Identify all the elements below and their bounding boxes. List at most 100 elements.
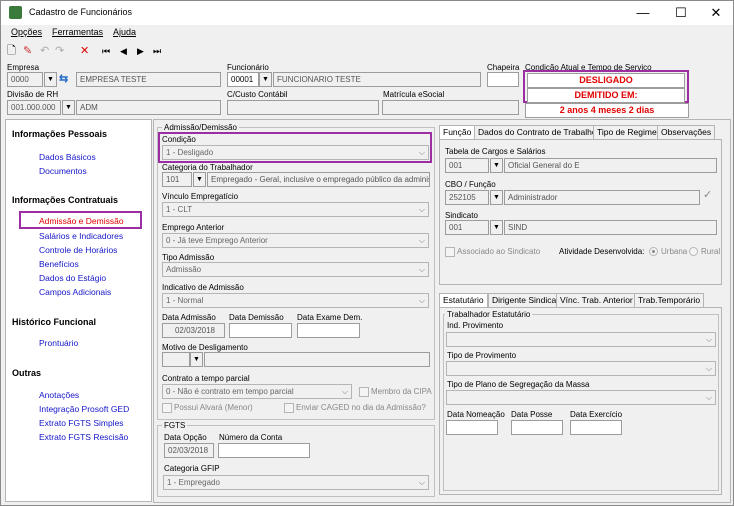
empresa-label: Empresa xyxy=(7,63,40,72)
tab-funcao[interactable]: Função xyxy=(439,125,476,139)
edit-icon[interactable]: ✎ xyxy=(23,44,32,58)
menu-ferramentas[interactable]: Ferramentas xyxy=(52,27,103,37)
minimize-button[interactable]: — xyxy=(628,3,658,23)
undo-icon[interactable]: ↶ xyxy=(40,44,49,58)
nomeacao-field[interactable] xyxy=(446,420,498,435)
chevron-down-icon[interactable]: ▼ xyxy=(490,158,503,173)
tabela-label: Tabela de Cargos e Salários xyxy=(445,147,546,156)
tipo-provimento-label: Tipo de Provimento xyxy=(447,351,517,360)
section-pessoais: Informações Pessoais xyxy=(12,129,108,139)
status-desligado: DESLIGADO xyxy=(527,73,685,88)
link-prosoft[interactable]: Integração Prosoft GED xyxy=(39,404,129,414)
redo-icon[interactable]: ↷ xyxy=(55,44,64,58)
menu-ajuda[interactable]: Ajuda xyxy=(113,27,136,37)
divisao-code[interactable]: 001.000.000 xyxy=(7,100,61,115)
next-icon[interactable]: ▶ xyxy=(137,44,144,58)
gfip-select[interactable]: 1 - Empregado ⌵ xyxy=(163,475,429,490)
chevron-down-icon[interactable]: ▼ xyxy=(259,72,272,87)
check-icon[interactable]: ✓ xyxy=(703,188,712,201)
associado-checkbox[interactable] xyxy=(445,247,455,257)
chevron-down-icon[interactable]: ▼ xyxy=(190,352,203,367)
chevron-down-icon[interactable]: ▼ xyxy=(44,72,57,87)
empresa-code[interactable]: 0000 xyxy=(7,72,43,87)
estatutario-group-title: Trabalhador Estatutário xyxy=(445,310,533,319)
tabela-code[interactable]: 001 xyxy=(445,158,489,173)
prev-icon[interactable]: ◀ xyxy=(120,44,127,58)
indicativo-select[interactable]: 1 - Normal ⌵ xyxy=(162,293,429,308)
urbana-radio[interactable] xyxy=(649,247,658,256)
maximize-button[interactable]: ☐ xyxy=(666,3,696,23)
tab-observacoes[interactable]: Observações xyxy=(657,125,716,139)
tab-tipo-regime[interactable]: Tipo de Regime xyxy=(593,125,661,139)
chevron-down-icon[interactable]: ▼ xyxy=(490,190,503,205)
gfip-label: Categoria GFIP xyxy=(164,464,220,473)
contrato-select[interactable]: 0 - Não é contrato em tempo parcial ⌵ xyxy=(162,384,352,399)
categoria-code[interactable]: 101 xyxy=(162,172,192,187)
close-button[interactable]: ✕ xyxy=(701,3,731,23)
tab-dirigente[interactable]: Dirigente Sindical xyxy=(488,293,563,307)
link-beneficios[interactable]: Benefícios xyxy=(39,259,79,269)
vinculo-label: Vínculo Empregatício xyxy=(162,192,239,201)
exercicio-field[interactable] xyxy=(570,420,622,435)
matricula-label: Matrícula eSocial xyxy=(383,90,445,99)
data-adm-field[interactable]: 02/03/2018 xyxy=(162,323,225,338)
alvara-checkbox[interactable] xyxy=(162,403,172,413)
condicao-select[interactable]: 1 - Desligado ⌵ xyxy=(162,145,429,160)
data-exame-label: Data Exame Dem. xyxy=(297,313,363,322)
chevron-down-icon[interactable]: ▼ xyxy=(490,220,503,235)
link-horarios[interactable]: Controle de Horários xyxy=(39,245,117,255)
condicao-label: Condição xyxy=(162,135,196,144)
posse-field[interactable] xyxy=(511,420,563,435)
link-fgts-rescisao[interactable]: Extrato FGTS Rescisão xyxy=(39,432,128,442)
data-exame-field[interactable] xyxy=(297,323,360,338)
link-admissao[interactable]: Admissão e Demissão xyxy=(39,216,124,226)
chapeira-field[interactable] xyxy=(487,72,519,87)
nomeacao-label: Data Nomeação xyxy=(447,410,505,419)
plano-select[interactable]: ⌵ xyxy=(446,390,716,405)
sindicato-code[interactable]: 001 xyxy=(445,220,489,235)
caged-checkbox[interactable] xyxy=(284,403,294,413)
rural-radio[interactable] xyxy=(689,247,698,256)
data-opcao-field[interactable]: 02/03/2018 xyxy=(164,443,214,458)
link-anotacoes[interactable]: Anotações xyxy=(39,390,79,400)
atividade-label: Atividade Desenvolvida: xyxy=(559,247,645,256)
matricula-field[interactable] xyxy=(382,100,519,115)
cipa-label: Membro da CIPA xyxy=(371,387,432,396)
link-estagio[interactable]: Dados do Estágio xyxy=(39,273,106,283)
link-icon[interactable]: ⇆ xyxy=(59,72,75,87)
ind-provimento-select[interactable]: ⌵ xyxy=(446,332,716,347)
conta-field[interactable] xyxy=(218,443,310,458)
link-campos[interactable]: Campos Adicionais xyxy=(39,287,111,297)
tab-estatutario[interactable]: Estatutário xyxy=(439,293,488,307)
link-salarios[interactable]: Salários e Indicadores xyxy=(39,231,123,241)
last-icon[interactable]: ⏭ xyxy=(153,44,161,58)
app-icon xyxy=(9,6,22,19)
tipo-provimento-select[interactable]: ⌵ xyxy=(446,361,716,376)
vinculo-select[interactable]: 1 - CLT ⌵ xyxy=(162,202,429,217)
motivo-code[interactable] xyxy=(162,352,190,367)
new-icon[interactable]: 🗋 xyxy=(7,44,16,58)
custo-field[interactable] xyxy=(227,100,379,115)
tipo-select[interactable]: Admissão ⌵ xyxy=(162,262,429,277)
emprego-select[interactable]: 0 - Já teve Emprego Anterior ⌵ xyxy=(162,233,429,248)
custo-label: C/Custo Contábil xyxy=(227,90,288,99)
tab-vinc-anterior[interactable]: Vínc. Trab. Anterior xyxy=(556,293,637,307)
menu-opcoes[interactable]: Opções xyxy=(11,27,42,37)
menu-bar: Opções Ferramentas Ajuda xyxy=(1,27,733,41)
data-dem-field[interactable] xyxy=(229,323,292,338)
link-documentos[interactable]: Documentos xyxy=(39,166,87,176)
link-dados-basicos[interactable]: Dados Básicos xyxy=(39,152,96,162)
chevron-down-icon[interactable]: ▼ xyxy=(193,172,206,187)
main-window: Cadastro de Funcionários — ☐ ✕ Opções Fe… xyxy=(0,0,734,506)
link-prontuario[interactable]: Prontuário xyxy=(39,338,78,348)
first-icon[interactable]: ⏮ xyxy=(102,44,110,58)
link-fgts-simples[interactable]: Extrato FGTS Simples xyxy=(39,418,124,428)
funcionario-name: FUNCIONARIO TESTE xyxy=(273,72,481,87)
tab-temporario[interactable]: Trab.Temporário xyxy=(634,293,705,307)
chevron-down-icon[interactable]: ▼ xyxy=(62,100,75,115)
tab-dados-contrato[interactable]: Dados do Contrato de Trabalho xyxy=(474,125,601,139)
cipa-checkbox[interactable] xyxy=(359,387,369,397)
funcionario-code[interactable]: 00001 xyxy=(227,72,259,87)
delete-icon[interactable]: ✕ xyxy=(80,44,89,58)
cbo-code[interactable]: 252105 xyxy=(445,190,489,205)
